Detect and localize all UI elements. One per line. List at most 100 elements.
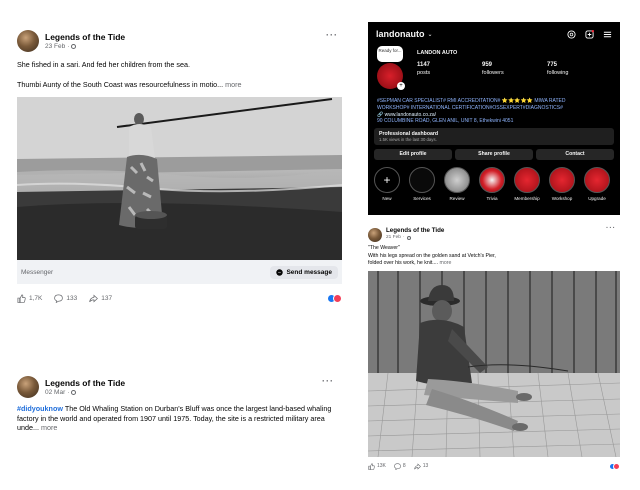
highlight-label: Review: [449, 196, 465, 201]
page-avatar[interactable]: [17, 30, 39, 52]
ig-profile-picture[interactable]: +: [377, 63, 405, 90]
highlight-cover: [479, 167, 505, 193]
post-caption-text: The Old Whaling Station on Durban's Bluf…: [17, 404, 332, 433]
menu-icon[interactable]: [603, 30, 612, 39]
hashtag-link[interactable]: #didyouknow: [17, 404, 63, 413]
new-highlight-plus-icon: +: [374, 167, 400, 193]
ig-stat-following[interactable]: 775 following: [547, 62, 612, 77]
post-caption-line1: "The Weaver": [368, 245, 400, 251]
comment-count: 8: [402, 463, 406, 470]
add-post-icon[interactable]: [585, 29, 594, 39]
page-avatar[interactable]: [368, 228, 382, 242]
share-icon: [89, 294, 99, 303]
post-date[interactable]: 21 Feb: [386, 235, 401, 240]
reaction-summary[interactable]: [609, 462, 620, 470]
share-count: 13: [422, 463, 429, 470]
see-more-link[interactable]: more: [440, 260, 452, 266]
highlight-cover: [444, 167, 470, 193]
send-message-button[interactable]: Send message: [270, 265, 338, 279]
like-icon: [17, 294, 26, 304]
ig-bio-link[interactable]: 🔗 www.landonauto.co.za/: [377, 112, 611, 119]
ig-avatar-block[interactable]: Ready for... +: [377, 46, 405, 96]
highlight-item[interactable]: Workshop: [549, 167, 575, 201]
edit-profile-button[interactable]: Edit profile: [374, 149, 452, 160]
post-caption-line1: She fished in a sari. And fed her childr…: [17, 60, 190, 69]
comment-icon: [54, 294, 64, 304]
chevron-down-icon[interactable]: ⌄: [428, 31, 433, 38]
more-options-icon[interactable]: ···: [606, 225, 616, 232]
add-story-icon[interactable]: +: [397, 82, 405, 90]
ig-username[interactable]: landonauto: [376, 29, 425, 39]
globe-icon: [71, 390, 77, 395]
see-more-link[interactable]: more: [225, 80, 241, 89]
contact-button[interactable]: Contact: [536, 149, 614, 160]
see-more-link[interactable]: more: [41, 423, 57, 432]
professional-dashboard[interactable]: Professional dashboard 1.5K views in the…: [374, 128, 614, 145]
messenger-icon: [276, 269, 284, 276]
share-action[interactable]: 13: [413, 463, 429, 470]
comment-action[interactable]: 133: [54, 294, 77, 304]
post-thumbi-aunty: Legends of the Tide 23 Feb · ··· She fis…: [17, 30, 342, 304]
love-reaction-icon: [333, 294, 342, 304]
ig-stat-posts[interactable]: 1147 posts: [417, 62, 482, 77]
post-header: Legends of the Tide 02 Mar · ···: [17, 376, 342, 398]
highlight-item[interactable]: + New: [374, 167, 400, 201]
reaction-summary[interactable]: [327, 294, 342, 304]
highlight-label: Membership: [514, 196, 540, 201]
ig-stats: 1147 posts 959 followers 775 following: [417, 62, 612, 77]
highlight-cover: [549, 167, 575, 193]
highlight-label: Services: [413, 196, 431, 201]
post-photo-fisherwoman[interactable]: [17, 97, 342, 261]
highlight-item[interactable]: Services: [409, 167, 435, 201]
post-photo-weaver[interactable]: [368, 270, 620, 457]
highlight-item[interactable]: Trivia: [479, 167, 505, 201]
more-options-icon[interactable]: ···: [326, 30, 338, 40]
highlight-item[interactable]: Upgrade: [584, 167, 610, 201]
messenger-bar: Messenger Send message: [17, 260, 342, 285]
post-header: Legends of the Tide 21 Feb · ···: [368, 225, 620, 242]
share-profile-button[interactable]: Share profile: [455, 149, 533, 160]
ig-header: landonauto ⌄: [368, 22, 620, 40]
ig-stat-value: 1147: [417, 62, 431, 68]
page-name[interactable]: Legends of the Tide: [45, 32, 125, 42]
highlight-label: Workshop: [551, 196, 573, 201]
post-caption-line3: folded over his work, he knit....: [368, 260, 439, 267]
like-icon: [368, 463, 375, 470]
post-meta: 02 Mar ·: [45, 389, 125, 396]
post-date[interactable]: 23 Feb: [45, 43, 65, 50]
ig-stat-value: 959: [482, 62, 493, 68]
page-name[interactable]: Legends of the Tide: [45, 378, 125, 388]
ig-bio-line2: WORKSHOP# INTERNATIONAL CERTIFICATION#OS…: [377, 104, 563, 111]
post-caption: "The Weaver" With his legs spread on the…: [368, 245, 620, 268]
comment-icon: [394, 463, 401, 470]
ig-bio: #SEPMAN CAR SPECIALIST# RMI ACCREDITATIO…: [368, 98, 620, 125]
like-action[interactable]: 13K: [368, 463, 386, 470]
weaver-image: [368, 270, 620, 457]
share-action[interactable]: 137: [89, 294, 112, 303]
page-avatar[interactable]: [17, 376, 39, 398]
story-highlights: + New Services Review Trivia Membership Worksh…: [368, 167, 620, 201]
ig-stat-followers[interactable]: 959 followers: [482, 62, 547, 77]
post-date[interactable]: 02 Mar: [45, 389, 65, 396]
note-bubble[interactable]: Ready for...: [377, 46, 403, 62]
highlight-label: Trivia: [486, 196, 498, 201]
ig-bio-address[interactable]: 90 COLUMBINE ROAD, GLEN ANIL, UNIT 8, Et…: [377, 118, 611, 125]
threads-icon[interactable]: [567, 29, 576, 39]
comment-action[interactable]: 8: [394, 463, 406, 470]
highlight-item[interactable]: Membership: [514, 167, 540, 201]
post-actions: 1,7K 133 137: [17, 294, 342, 304]
highlight-label: New: [382, 196, 392, 201]
post-caption: #didyouknow The Old Whaling Station on D…: [17, 404, 342, 433]
post-caption-line2: With his legs spread on the golden sand …: [368, 252, 496, 259]
page-name[interactable]: Legends of the Tide: [386, 227, 444, 234]
highlight-cover: [584, 167, 610, 193]
send-message-label: Send message: [286, 268, 332, 276]
more-options-icon[interactable]: ···: [322, 376, 334, 386]
ig-header-icons: [567, 29, 612, 39]
highlight-item[interactable]: Review: [444, 167, 470, 201]
dashboard-subtitle: 1.5K views in the last 30 days.: [379, 137, 437, 142]
like-count: 13K: [377, 463, 386, 470]
globe-icon: [406, 235, 411, 240]
ig-bio-line1: #SEPMAN CAR SPECIALIST# RMI ACCREDITATIO…: [377, 98, 566, 104]
like-action[interactable]: 1,7K: [17, 294, 42, 304]
